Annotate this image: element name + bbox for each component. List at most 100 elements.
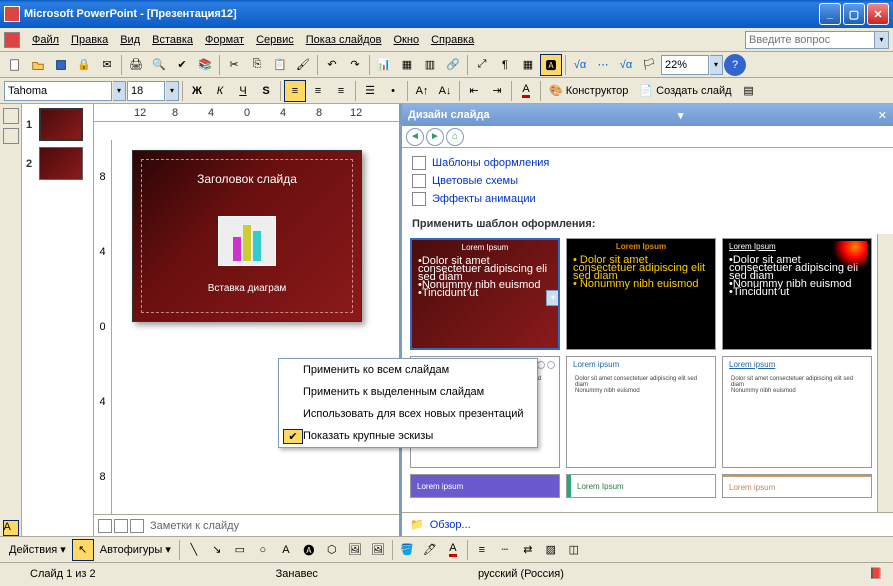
normal-view-icon[interactable] [98, 519, 112, 533]
notes-pane[interactable]: Заметки к слайду [94, 514, 399, 536]
show-format-icon[interactable]: ¶ [494, 54, 516, 76]
align-right-button[interactable]: ≡ [330, 80, 352, 102]
menu-tools[interactable]: Сервис [250, 32, 300, 48]
bold-button[interactable]: Ж [186, 80, 208, 102]
decrease-font-button[interactable]: A↓ [434, 80, 456, 102]
new-slide-button[interactable]: 📄Создать слайд [634, 80, 736, 102]
slide-title-placeholder[interactable]: Заголовок слайда [142, 160, 352, 186]
nav-back-icon[interactable]: ◄ [406, 128, 424, 146]
eq2-icon[interactable]: ⋯ [592, 54, 614, 76]
open-icon[interactable] [27, 54, 49, 76]
nav-home-icon[interactable]: ⌂ [446, 128, 464, 146]
decrease-indent-button[interactable]: ⇤ [463, 80, 485, 102]
font-color-button[interactable]: A [515, 80, 537, 102]
ctx-large-thumbs[interactable]: ✔Показать крупные эскизы [279, 425, 537, 447]
mail-icon[interactable]: ✉ [96, 54, 118, 76]
slides-tab-icon[interactable] [3, 128, 19, 144]
template-item[interactable]: Lorem ipsum Dolor sit amet consectetuer … [722, 356, 872, 468]
redo-icon[interactable]: ↷ [344, 54, 366, 76]
wordart-icon[interactable]: 🅐 [298, 539, 320, 561]
template-item[interactable]: Lorem ipsum [722, 474, 872, 498]
fontsize-dropdown[interactable]: ▾ [166, 81, 179, 101]
menu-file[interactable]: Файл [26, 32, 65, 48]
increase-font-button[interactable]: A↑ [411, 80, 433, 102]
template-item[interactable]: Lorem Ipsum •Dolor sit amet consectetuer… [722, 238, 872, 350]
eq1-icon[interactable]: √α [569, 54, 591, 76]
menu-slideshow[interactable]: Показ слайдов [300, 32, 388, 48]
dash-style-icon[interactable]: ┄ [494, 539, 516, 561]
menu-edit[interactable]: Правка [65, 32, 114, 48]
spell-icon[interactable]: ✔ [171, 54, 193, 76]
shadow-button[interactable]: S [255, 80, 277, 102]
paste-icon[interactable]: 📋 [269, 54, 291, 76]
diagram-icon[interactable]: ⬡ [321, 539, 343, 561]
ctx-apply-all[interactable]: Применить ко всем слайдам [279, 359, 537, 381]
minimize-button[interactable]: _ [819, 3, 841, 25]
picture-icon[interactable]: 🖼 [367, 539, 389, 561]
menu-window[interactable]: Окно [388, 32, 426, 48]
fill-color-icon[interactable]: 🪣 [396, 539, 418, 561]
template-scrollbar[interactable] [877, 234, 893, 512]
menu-insert[interactable]: Вставка [146, 32, 199, 48]
template-item[interactable]: Lorem Ipsum [566, 474, 716, 498]
template-item[interactable]: Lorem Ipsum •Dolor sit amet consectetuer… [410, 238, 560, 350]
permission-icon[interactable]: 🔒 [73, 54, 95, 76]
numbering-button[interactable]: ☰ [359, 80, 381, 102]
link-animation[interactable]: Эффекты анимации [412, 190, 883, 208]
menu-format[interactable]: Формат [199, 32, 250, 48]
copy-icon[interactable]: ⎘ [246, 54, 268, 76]
table-icon[interactable]: ▦ [396, 54, 418, 76]
select-tool-icon[interactable]: ↖ [72, 539, 94, 561]
link-templates[interactable]: Шаблоны оформления [412, 154, 883, 172]
eq3-icon[interactable]: √α [615, 54, 637, 76]
print-icon[interactable]: 🖨 [125, 54, 147, 76]
menu-help[interactable]: Справка [425, 32, 480, 48]
cut-icon[interactable]: ✂ [223, 54, 245, 76]
line-tool-icon[interactable]: ╲ [183, 539, 205, 561]
zoom-dropdown[interactable]: ▾ [710, 55, 723, 75]
flag-icon[interactable]: 🏳 [638, 54, 660, 76]
color-icon[interactable]: 🅰 [540, 54, 562, 76]
hyperlink-icon[interactable]: 🔗 [442, 54, 464, 76]
actions-menu[interactable]: Действия ▾ [4, 539, 71, 561]
expand-icon[interactable]: ⤢ [471, 54, 493, 76]
outline-tab-icon[interactable] [3, 108, 19, 124]
help-icon[interactable]: ? [724, 54, 746, 76]
menu-view[interactable]: Вид [114, 32, 146, 48]
autoshapes-menu[interactable]: Автофигуры ▾ [95, 539, 176, 561]
arrow-tool-icon[interactable]: ↘ [206, 539, 228, 561]
align-center-button[interactable]: ≡ [307, 80, 329, 102]
layout-icon[interactable]: ▤ [738, 80, 760, 102]
nav-fwd-icon[interactable]: ► [426, 128, 444, 146]
help-search-dropdown[interactable]: ▾ [875, 31, 889, 49]
3d-style-icon[interactable]: ◫ [563, 539, 585, 561]
taskpane-close-icon[interactable]: ✕ [878, 109, 887, 122]
format-painter-icon[interactable]: 🖌 [292, 54, 314, 76]
line-style-icon[interactable]: ≡ [471, 539, 493, 561]
slide-canvas[interactable]: 84048 Заголовок слайда Вставка диаграм [94, 122, 399, 514]
current-slide[interactable]: Заголовок слайда Вставка диаграм [132, 150, 362, 322]
align-left-button[interactable]: ≡ [284, 80, 306, 102]
clipart-icon[interactable]: 🖼 [344, 539, 366, 561]
font-size-input[interactable]: 18 [127, 81, 165, 101]
status-spell-icon[interactable]: 📕 [869, 567, 883, 580]
grid-icon[interactable]: ▦ [517, 54, 539, 76]
font-name-input[interactable]: Tahoma [4, 81, 112, 101]
link-color-schemes[interactable]: Цветовые схемы [412, 172, 883, 190]
maximize-button[interactable]: ▢ [843, 3, 865, 25]
designer-button[interactable]: 🎨Конструктор [544, 80, 633, 102]
close-button[interactable]: ✕ [867, 3, 889, 25]
template-item[interactable]: Lorem ipsum [410, 474, 560, 498]
sorter-view-icon[interactable] [114, 519, 128, 533]
ctx-use-for-new[interactable]: Использовать для всех новых презентаций [279, 403, 537, 425]
underline-button[interactable]: Ч [232, 80, 254, 102]
browse-link[interactable]: Обзор... [430, 519, 471, 531]
taskpane-dropdown-icon[interactable]: ▾ [678, 109, 684, 122]
chart-icon[interactable]: 📊 [373, 54, 395, 76]
tables-borders-icon[interactable]: ▥ [419, 54, 441, 76]
notes-placeholder[interactable]: Заметки к слайду [150, 520, 239, 532]
save-icon[interactable] [50, 54, 72, 76]
slide-thumb-1[interactable] [39, 108, 83, 141]
rect-tool-icon[interactable]: ▭ [229, 539, 251, 561]
new-icon[interactable] [4, 54, 26, 76]
